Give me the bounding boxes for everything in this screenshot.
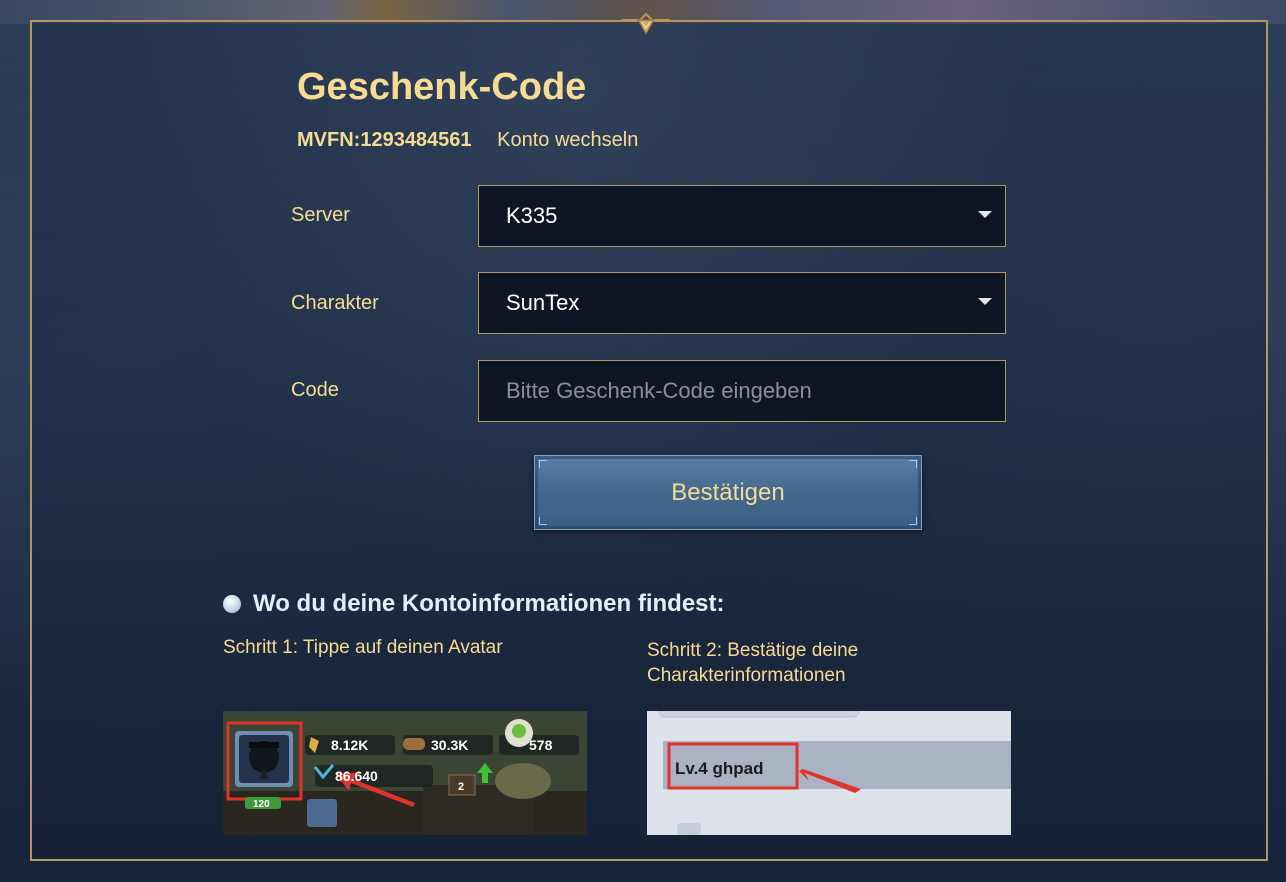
switch-account-link[interactable]: Konto wechseln	[497, 129, 638, 151]
step-2-line-1: Schritt 2: Bestätige deine	[647, 640, 859, 661]
character-select[interactable]: SunTex	[478, 272, 1006, 334]
account-id: MVFN:1293484561	[297, 129, 472, 151]
frame-ornament-icon	[622, 12, 670, 36]
code-field	[478, 360, 1006, 422]
help-heading: Wo du deine Kontoinformationen findest:	[223, 590, 725, 618]
character-illustration: Lv.4 ghpad	[647, 711, 1011, 835]
button-corner-ornament	[909, 460, 917, 468]
confirm-button[interactable]: Bestätigen	[534, 455, 922, 530]
help-screenshot-character: Lv.4 ghpad	[647, 711, 1011, 835]
account-row: MVFN:1293484561 Konto wechseln	[297, 129, 638, 152]
button-corner-ornament	[909, 517, 917, 525]
character-select-value: SunTex	[506, 290, 580, 315]
hud-illustration: 8.12K 30.3K 578 86.640 120 2	[223, 711, 587, 835]
character-level-label: Lv.4 ghpad	[675, 759, 763, 778]
confirm-button-label: Bestätigen	[671, 478, 785, 506]
code-label: Code	[291, 379, 339, 401]
code-input[interactable]	[506, 378, 1005, 404]
character-label: Charakter	[291, 292, 379, 314]
page-title: Geschenk-Code	[297, 66, 587, 108]
server-select-value: K335	[506, 203, 558, 228]
food-amount: 8.12K	[331, 737, 368, 753]
server-select[interactable]: K335	[478, 185, 1006, 247]
gem-amount: 578	[529, 737, 553, 753]
chevron-down-icon	[978, 211, 992, 218]
step-2-text: Schritt 2: Bestätige deine Charakterinfo…	[647, 638, 858, 688]
step-2-line-2: Charakterinformationen	[647, 665, 846, 686]
step-1-text: Schritt 1: Tippe auf deinen Avatar	[223, 637, 503, 658]
wood-amount: 30.3K	[431, 737, 468, 753]
chevron-down-icon	[978, 298, 992, 305]
bullet-icon	[223, 595, 241, 613]
power-amount: 86.640	[335, 768, 378, 784]
server-label: Server	[291, 204, 350, 226]
help-screenshot-avatar: 8.12K 30.3K 578 86.640 120 2	[223, 711, 587, 835]
level-badge: 120	[253, 799, 270, 810]
button-corner-ornament	[539, 460, 547, 468]
help-heading-text: Wo du deine Kontoinformationen findest:	[253, 590, 725, 617]
queue-badge: 2	[458, 781, 464, 793]
button-corner-ornament	[539, 517, 547, 525]
